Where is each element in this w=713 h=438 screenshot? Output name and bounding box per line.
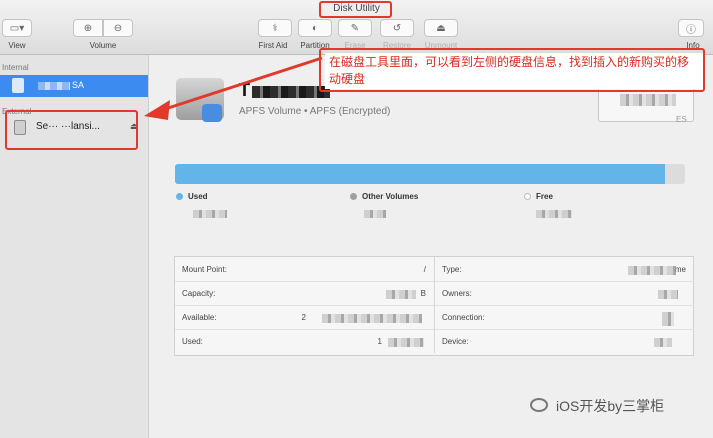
- wechat-icon: [530, 398, 548, 412]
- watermark-text: iOS开发by三掌柜: [556, 398, 665, 414]
- arrow-head: [144, 100, 170, 120]
- arrow-line: [161, 56, 323, 112]
- annotation-arrow: [144, 56, 323, 120]
